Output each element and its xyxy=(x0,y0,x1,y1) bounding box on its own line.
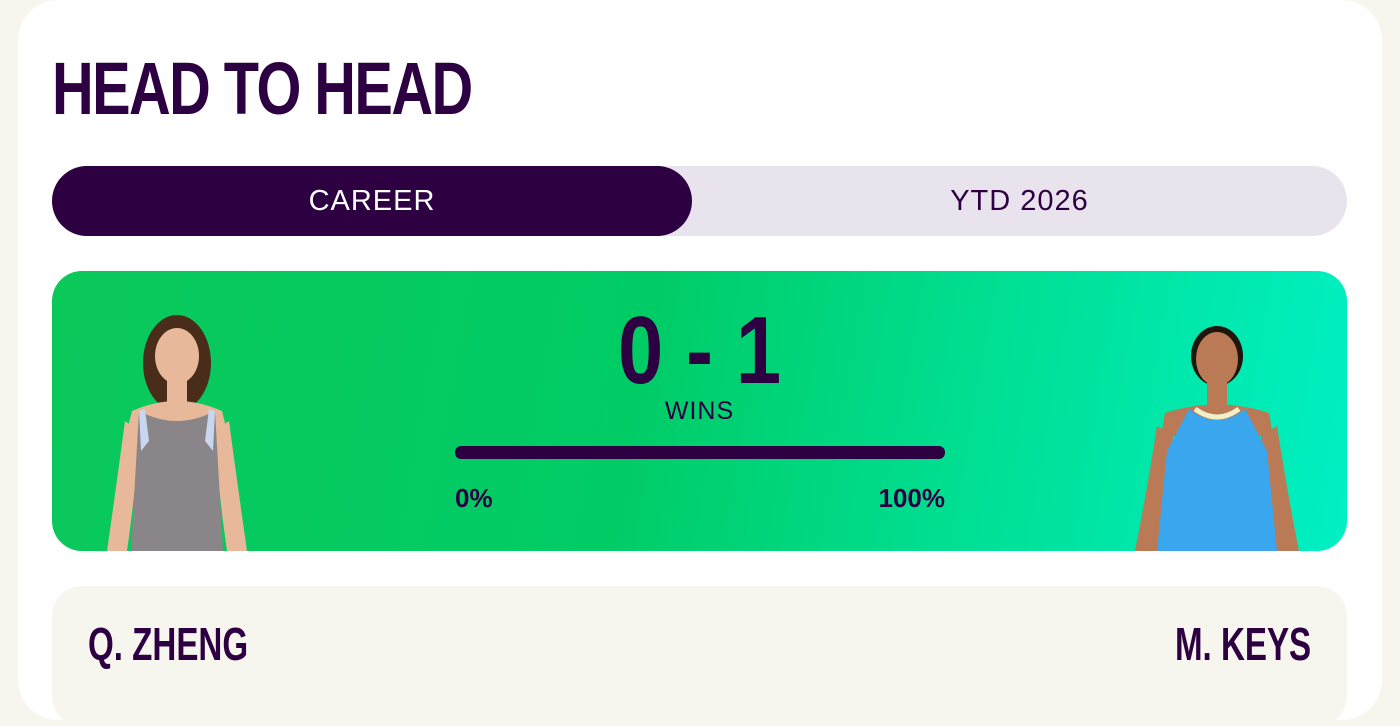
win-share-bar xyxy=(455,446,945,459)
scoreboard: 0 - 1 WINS 0% 100% xyxy=(52,271,1347,551)
bar-min-label: 0% xyxy=(455,483,493,513)
page-title: HEAD TO HEAD xyxy=(52,47,473,130)
tab-career[interactable]: CAREER xyxy=(52,166,692,236)
win-share-bar-fill xyxy=(455,446,945,459)
player-left-name[interactable]: Q. ZHENG xyxy=(88,619,248,669)
player-right-name[interactable]: M. KEYS xyxy=(1175,619,1311,669)
player-names-row: Q. ZHENG M. KEYS xyxy=(52,586,1347,726)
bar-max-label: 100% xyxy=(878,483,946,513)
score-label: WINS xyxy=(664,397,735,425)
tab-ytd[interactable]: YTD 2026 xyxy=(692,166,1347,236)
h2h-score: 0 - 1 xyxy=(617,297,782,404)
period-tabs: CAREER YTD 2026 xyxy=(52,166,1347,236)
